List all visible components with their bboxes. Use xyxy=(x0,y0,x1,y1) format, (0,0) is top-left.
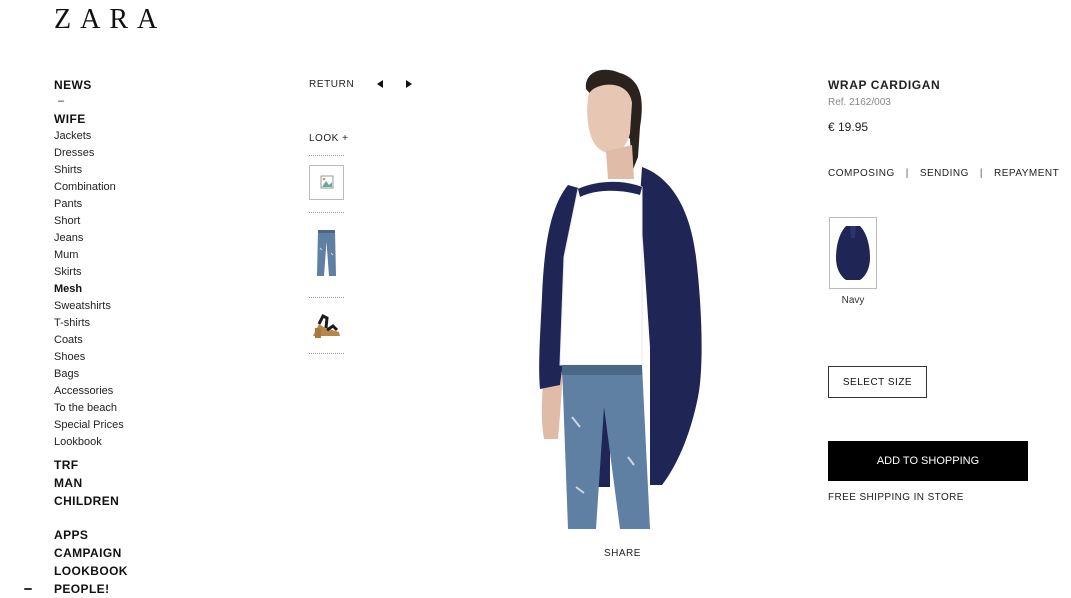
tab-composing[interactable]: COMPOSING xyxy=(828,168,895,179)
shipping-note: FREE SHIPPING IN STORE xyxy=(828,492,964,503)
look-label[interactable]: LOOK + xyxy=(309,133,348,144)
nav-children[interactable]: CHILDREN xyxy=(54,492,194,510)
nav-item-dresses[interactable]: Dresses xyxy=(54,145,194,162)
divider xyxy=(309,297,344,298)
broken-image-icon xyxy=(320,175,334,189)
nav-item-short[interactable]: Short xyxy=(54,213,194,230)
nav-item-special-prices[interactable]: Special Prices xyxy=(54,417,194,434)
nav-people[interactable]: PEOPLE! xyxy=(54,580,194,598)
divider xyxy=(309,155,344,156)
nav-item-mum[interactable]: Mum xyxy=(54,247,194,264)
nav-item-shoes[interactable]: Shoes xyxy=(54,349,194,366)
nav-wife[interactable]: WIFE xyxy=(54,111,194,128)
tab-sending[interactable]: SENDING xyxy=(920,168,969,179)
nav-news[interactable]: NEWS xyxy=(54,77,194,94)
nav-item-jeans[interactable]: Jeans xyxy=(54,230,194,247)
cardigan-swatch-image xyxy=(836,226,870,280)
thumbnail-sandals[interactable] xyxy=(309,310,344,342)
nav-item-shirts[interactable]: Shirts xyxy=(54,162,194,179)
share-link[interactable]: SHARE xyxy=(604,548,641,559)
nav-item-pants[interactable]: Pants xyxy=(54,196,194,213)
nav-item-combination[interactable]: Combination xyxy=(54,179,194,196)
nav-item-mesh[interactable]: Mesh xyxy=(54,281,194,298)
nav-trf[interactable]: TRF xyxy=(54,456,194,474)
nav-man[interactable]: MAN xyxy=(54,474,194,492)
select-size-button[interactable]: SELECT SIZE xyxy=(828,366,927,398)
corner-mark xyxy=(24,588,32,590)
thumbnail-jeans[interactable] xyxy=(309,228,344,278)
color-name: Navy xyxy=(841,295,865,306)
nav-divider-dash: – xyxy=(58,95,65,107)
divider xyxy=(309,212,344,213)
add-to-cart-button[interactable]: ADD TO SHOPPING xyxy=(828,441,1028,481)
previous-arrow-icon[interactable] xyxy=(375,79,385,89)
next-arrow-icon[interactable] xyxy=(404,79,414,89)
thumbnail-broken-image[interactable] xyxy=(309,165,344,200)
nav-item-skirts[interactable]: Skirts xyxy=(54,264,194,281)
nav-apps[interactable]: APPS xyxy=(54,526,194,544)
nav-lookbook[interactable]: LOOKBOOK xyxy=(54,562,194,580)
nav-item-coats[interactable]: Coats xyxy=(54,332,194,349)
color-swatch-navy[interactable] xyxy=(829,217,877,289)
nav-item-jackets[interactable]: Jackets xyxy=(54,128,194,145)
nav-campaign[interactable]: CAMPAIGN xyxy=(54,544,194,562)
divider xyxy=(309,353,344,354)
nav-item-sweatshirts[interactable]: Sweatshirts xyxy=(54,298,194,315)
nav-item-accessories[interactable]: Accessories xyxy=(54,383,194,400)
product-reference: Ref. 2162/003 xyxy=(828,97,891,108)
product-photo[interactable] xyxy=(500,67,750,529)
zara-logo[interactable]: ZARA xyxy=(54,4,166,36)
jeans-thumbnail-image xyxy=(317,230,336,276)
product-info-tabs: COMPOSING | SENDING | REPAYMENT xyxy=(828,168,1060,179)
nav-item-tshirts[interactable]: T-shirts xyxy=(54,315,194,332)
nav-item-bags[interactable]: Bags xyxy=(54,366,194,383)
product-title: WRAP CARDIGAN xyxy=(828,78,941,92)
tab-repayment[interactable]: REPAYMENT xyxy=(994,168,1059,179)
nav-item-to-the-beach[interactable]: To the beach xyxy=(54,400,194,417)
return-link[interactable]: RETURN xyxy=(309,79,354,90)
sandal-thumbnail-image xyxy=(313,313,340,338)
product-price: € 19.95 xyxy=(828,120,869,134)
category-nav: NEWS – WIFE Jackets Dresses Shirts Combi… xyxy=(54,77,194,598)
nav-item-lookbook[interactable]: Lookbook xyxy=(54,434,194,451)
